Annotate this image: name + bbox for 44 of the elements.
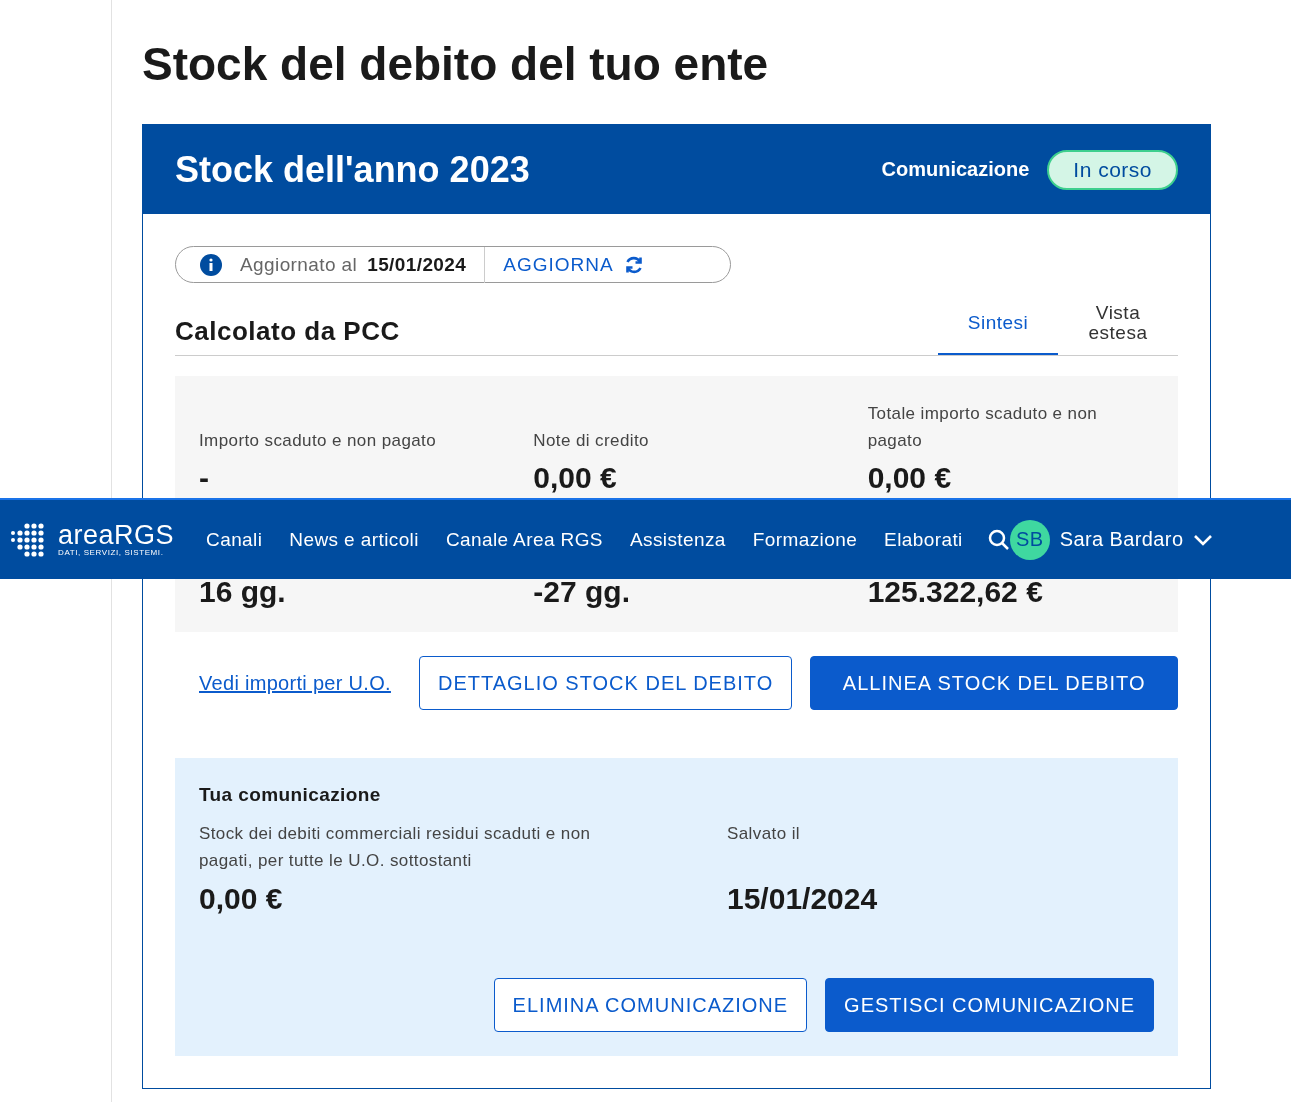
update-date: 15/01/2024 [367, 253, 467, 276]
section-title: Calcolato da PCC [175, 316, 400, 347]
communication-button[interactable]: GESTISCI COMUNICAZIONE [825, 978, 1154, 1032]
chevron-down-icon [1193, 532, 1214, 547]
nav-item[interactable]: Canale Area RGS [445, 528, 603, 551]
search-icon[interactable] [987, 528, 1010, 551]
amounts-link[interactable]: Vedi importi per U.O. [199, 671, 391, 695]
metric-value: -27 gg. [533, 574, 631, 610]
refresh-icon [623, 254, 644, 275]
refresh-button[interactable]: AGGIORNA [503, 253, 644, 276]
page-title: Stock del debito del tuo ente [142, 37, 770, 92]
field-label: Stock dei debiti commerciali residui scaduti e non pagati, per tutte le U.O. sottostanti [199, 823, 592, 872]
action-button[interactable]: ALLINEA STOCK DEL DEBITO [810, 656, 1178, 710]
metric-label: Importo scaduto e non pagato [199, 430, 438, 452]
user-avatar: SB [1009, 519, 1050, 560]
logo-tagline: DATI, SERVIZI, SISTEMI. [58, 548, 165, 557]
user-menu[interactable]: SB Sara Bardaro [1009, 519, 1214, 560]
nav-item[interactable]: Canali [206, 528, 263, 551]
logo-dots-icon [10, 522, 44, 557]
nav-item[interactable]: Elaborati [884, 528, 963, 551]
metric-label: Note di credito [533, 430, 650, 452]
metric-value: - [199, 460, 210, 496]
status-badge: In corso [1047, 149, 1178, 190]
field-value: 0,00 € [199, 882, 284, 916]
tab[interactable]: Vista estesa [1058, 297, 1178, 355]
logo-name: areaRGS [58, 522, 175, 548]
action-button[interactable]: DETTAGLIO STOCK DEL DEBITO [418, 656, 793, 710]
nav-item[interactable]: News e articoli [289, 528, 419, 551]
tab[interactable]: Sintesi [938, 297, 1058, 355]
field-label: Salvato il [727, 823, 801, 845]
metric-label: Totale importo scaduto e non pagato [867, 403, 1099, 452]
metric-value: 0,00 € [533, 460, 618, 496]
update-label: Aggiornato al [240, 253, 358, 276]
info-icon [200, 253, 222, 276]
communication-title: Tua comunicazione [199, 784, 382, 806]
field-value: 15/01/2024 [727, 882, 879, 916]
nav-item[interactable]: Assistenza [629, 528, 726, 551]
communication-button[interactable]: ELIMINA COMUNICAZIONE [493, 978, 808, 1032]
nav-item[interactable]: Formazione [752, 528, 858, 551]
metric-value: 16 gg. [199, 574, 287, 610]
status-label: Comunicazione [881, 158, 1030, 181]
metric-value: 0,00 € [867, 460, 953, 496]
card-title: Stock dell'anno 2023 [175, 148, 530, 191]
metric-value: 125.322,62 € [867, 574, 1044, 610]
